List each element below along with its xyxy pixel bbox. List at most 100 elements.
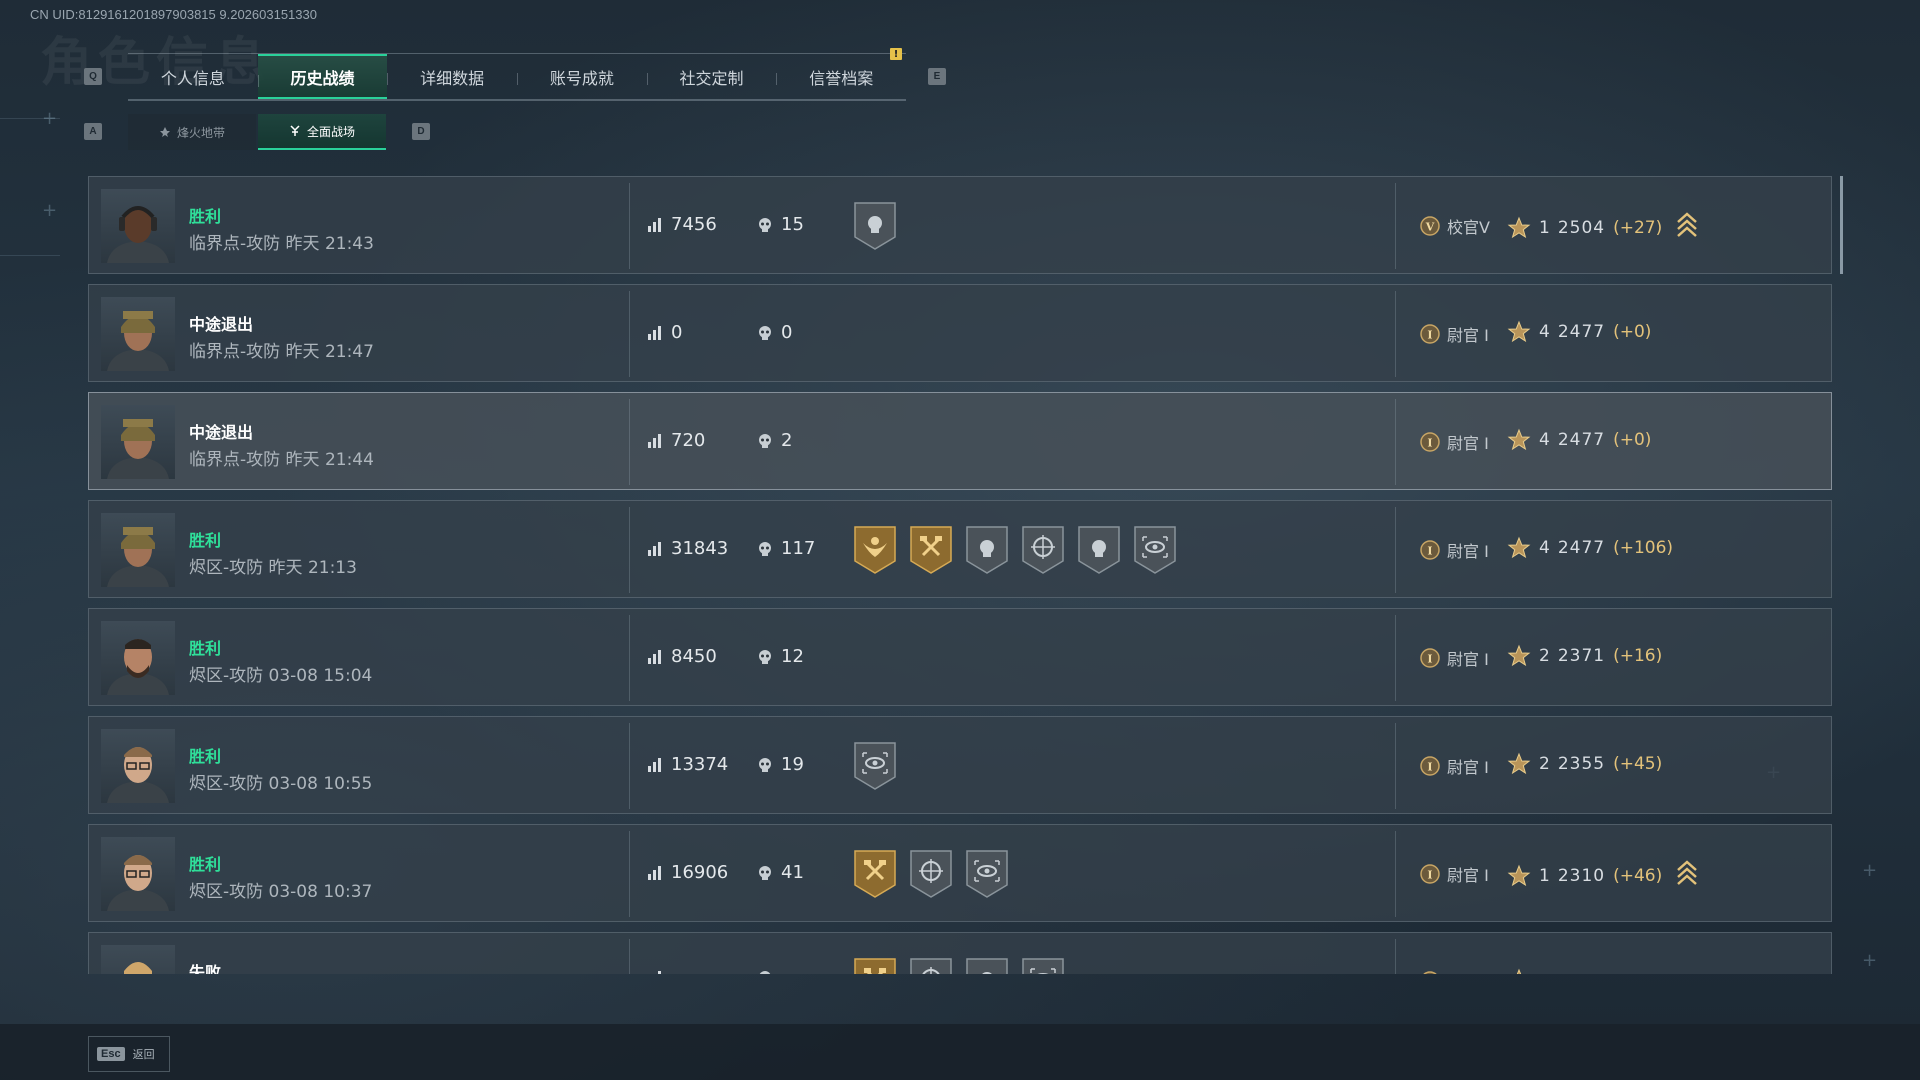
star-icon <box>1507 536 1531 559</box>
score-bars-icon <box>648 649 661 664</box>
rank-label: 尉官 I <box>1447 434 1489 453</box>
match-score: 13374 <box>647 754 728 775</box>
rank-info: I 尉官 I <box>1419 754 1489 778</box>
star-rating: 4 2477 (+0) <box>1507 320 1651 344</box>
operator-avatar <box>101 729 175 803</box>
svg-text:I: I <box>1427 761 1432 774</box>
rank-info: I 尉官 I <box>1419 646 1489 670</box>
match-row[interactable]: 中途退出 临界点-攻防 昨天 21:47 0 0 I 尉官 I 4 2477 (+… <box>88 284 1832 382</box>
eye-grey-medal-icon[interactable] <box>965 849 1009 903</box>
skull-grey-medal-icon[interactable] <box>965 957 1009 974</box>
tab-reputation[interactable]: 信誉档案 <box>776 54 906 99</box>
match-history-list[interactable]: 胜利 临界点-攻防 昨天 21:43 7456 15 V 校官V 1 2504 (… <box>88 176 1832 974</box>
kills-value: 19 <box>781 754 804 775</box>
match-row[interactable]: 胜利 烬区-攻防 昨天 21:13 31843 117 I 尉官 I 4 247… <box>88 500 1832 598</box>
tab-detailed-data[interactable]: 详细数据 <box>387 54 517 99</box>
medal-list <box>853 525 1177 579</box>
tab-match-history[interactable]: 历史战绩 <box>257 54 388 99</box>
skull-grey-medal-icon[interactable] <box>853 201 897 255</box>
hammers-gold-medal-icon[interactable] <box>909 525 953 579</box>
row-divider <box>1395 723 1396 809</box>
crosshair-grey-medal-icon[interactable] <box>1021 525 1065 579</box>
svg-text:I: I <box>1427 437 1432 450</box>
star-count: 1 <box>1539 865 1550 886</box>
rank-label: 尉官 I <box>1447 650 1489 669</box>
hammers-gold-medal-icon[interactable] <box>853 849 897 903</box>
rating-value: 2477 <box>1557 538 1606 558</box>
operator-avatar <box>101 621 175 695</box>
hammers-gold-medal-icon[interactable] <box>853 957 897 974</box>
star-rating: 4 2477 (+106) <box>1507 536 1673 560</box>
star-rating: 1 2310 (+46) <box>1507 860 1698 891</box>
operator-avatar <box>101 513 175 587</box>
row-divider <box>1395 291 1396 377</box>
star-rating: 4 2477 (+0) <box>1507 428 1651 452</box>
star-rating: 2 2371 (+16) <box>1507 644 1662 668</box>
rank-label: 尉官 I <box>1447 866 1489 885</box>
rating-value: 2504 <box>1557 217 1606 238</box>
medal-list <box>853 957 1065 974</box>
crosshair-grey-medal-icon[interactable] <box>909 957 953 974</box>
rank-info: V 校官V <box>1419 214 1490 238</box>
eagle-gold-medal-icon[interactable] <box>853 525 897 579</box>
svg-text:I: I <box>1427 545 1432 558</box>
match-map-time: 临界点-攻防 昨天 21:47 <box>189 342 374 362</box>
match-row[interactable]: 失败 I <box>88 932 1832 974</box>
tab-extraction-mode[interactable]: 烽火地带 <box>128 114 256 150</box>
eye-grey-medal-icon[interactable] <box>1133 525 1177 579</box>
rank-info: I 尉官 I <box>1419 430 1489 454</box>
match-kills: 117 <box>757 538 815 559</box>
score-bars-icon <box>648 325 661 340</box>
match-row[interactable]: 胜利 烬区-攻防 03-08 10:37 16906 41 I 尉官 I 1 2… <box>88 824 1832 922</box>
score-bars-icon <box>648 541 661 556</box>
rank-label: 尉官 I <box>1447 326 1489 345</box>
rank-i-icon: I <box>1420 324 1440 344</box>
tab-achievements[interactable]: 账号成就 <box>517 54 647 99</box>
kills-value: 2 <box>781 430 793 451</box>
eye-grey-medal-icon[interactable] <box>1021 957 1065 974</box>
score-bars-icon <box>648 865 661 880</box>
key-hint-q[interactable]: Q <box>84 68 102 85</box>
skull-icon <box>759 757 771 772</box>
score-bars-icon <box>648 433 661 448</box>
match-score: 7456 <box>647 214 717 235</box>
tab-warfare-mode[interactable]: 全面战场 <box>258 114 386 150</box>
match-row[interactable]: 胜利 临界点-攻防 昨天 21:43 7456 15 V 校官V 1 2504 (… <box>88 176 1832 274</box>
rating-delta: (+46) <box>1613 865 1663 886</box>
skull-grey-medal-icon[interactable] <box>965 525 1009 579</box>
rank-i-icon: I <box>1420 432 1440 452</box>
match-row[interactable]: 胜利 烬区-攻防 03-08 10:55 13374 19 I 尉官 I 2 2… <box>88 716 1832 814</box>
rank-i-icon: I <box>1420 756 1440 776</box>
match-row[interactable]: 中途退出 临界点-攻防 昨天 21:44 720 2 I 尉官 I 4 2477… <box>88 392 1832 490</box>
scrollbar[interactable] <box>1840 176 1843 274</box>
crosshair-grey-medal-icon[interactable] <box>909 849 953 903</box>
skull-grey-medal-icon[interactable] <box>1077 525 1121 579</box>
row-divider <box>629 831 630 917</box>
score-value: 0 <box>671 322 683 343</box>
eye-grey-medal-icon[interactable] <box>853 741 897 795</box>
match-kills: 12 <box>757 646 804 667</box>
match-row[interactable]: 胜利 烬区-攻防 03-08 15:04 8450 12 I 尉官 I 2 23… <box>88 608 1832 706</box>
match-map-time: 烬区-攻防 03-08 10:55 <box>189 774 373 794</box>
rating-value: 2371 <box>1557 646 1606 666</box>
kills-value: 41 <box>781 862 804 883</box>
star-icon <box>1507 216 1531 238</box>
skull-icon <box>759 325 771 340</box>
skull-icon <box>759 971 771 974</box>
medal-list <box>853 201 897 255</box>
row-divider <box>629 399 630 485</box>
key-hint-d[interactable]: D <box>412 123 430 140</box>
back-button[interactable]: Esc 返回 <box>88 1036 170 1072</box>
tab-personal-info[interactable]: 个人信息 <box>128 54 258 99</box>
warfare-mode-icon <box>290 125 300 136</box>
key-hint-e[interactable]: E <box>928 68 946 85</box>
match-kills: 2 <box>757 430 792 451</box>
operator-avatar <box>101 405 175 479</box>
rank-i-icon: I <box>1420 540 1440 560</box>
match-result: 胜利 <box>189 531 222 550</box>
match-score <box>647 970 671 974</box>
key-hint-a[interactable]: A <box>84 123 102 140</box>
row-divider <box>629 939 630 974</box>
match-result: 中途退出 <box>189 423 254 442</box>
tab-social[interactable]: 社交定制 <box>646 54 777 99</box>
